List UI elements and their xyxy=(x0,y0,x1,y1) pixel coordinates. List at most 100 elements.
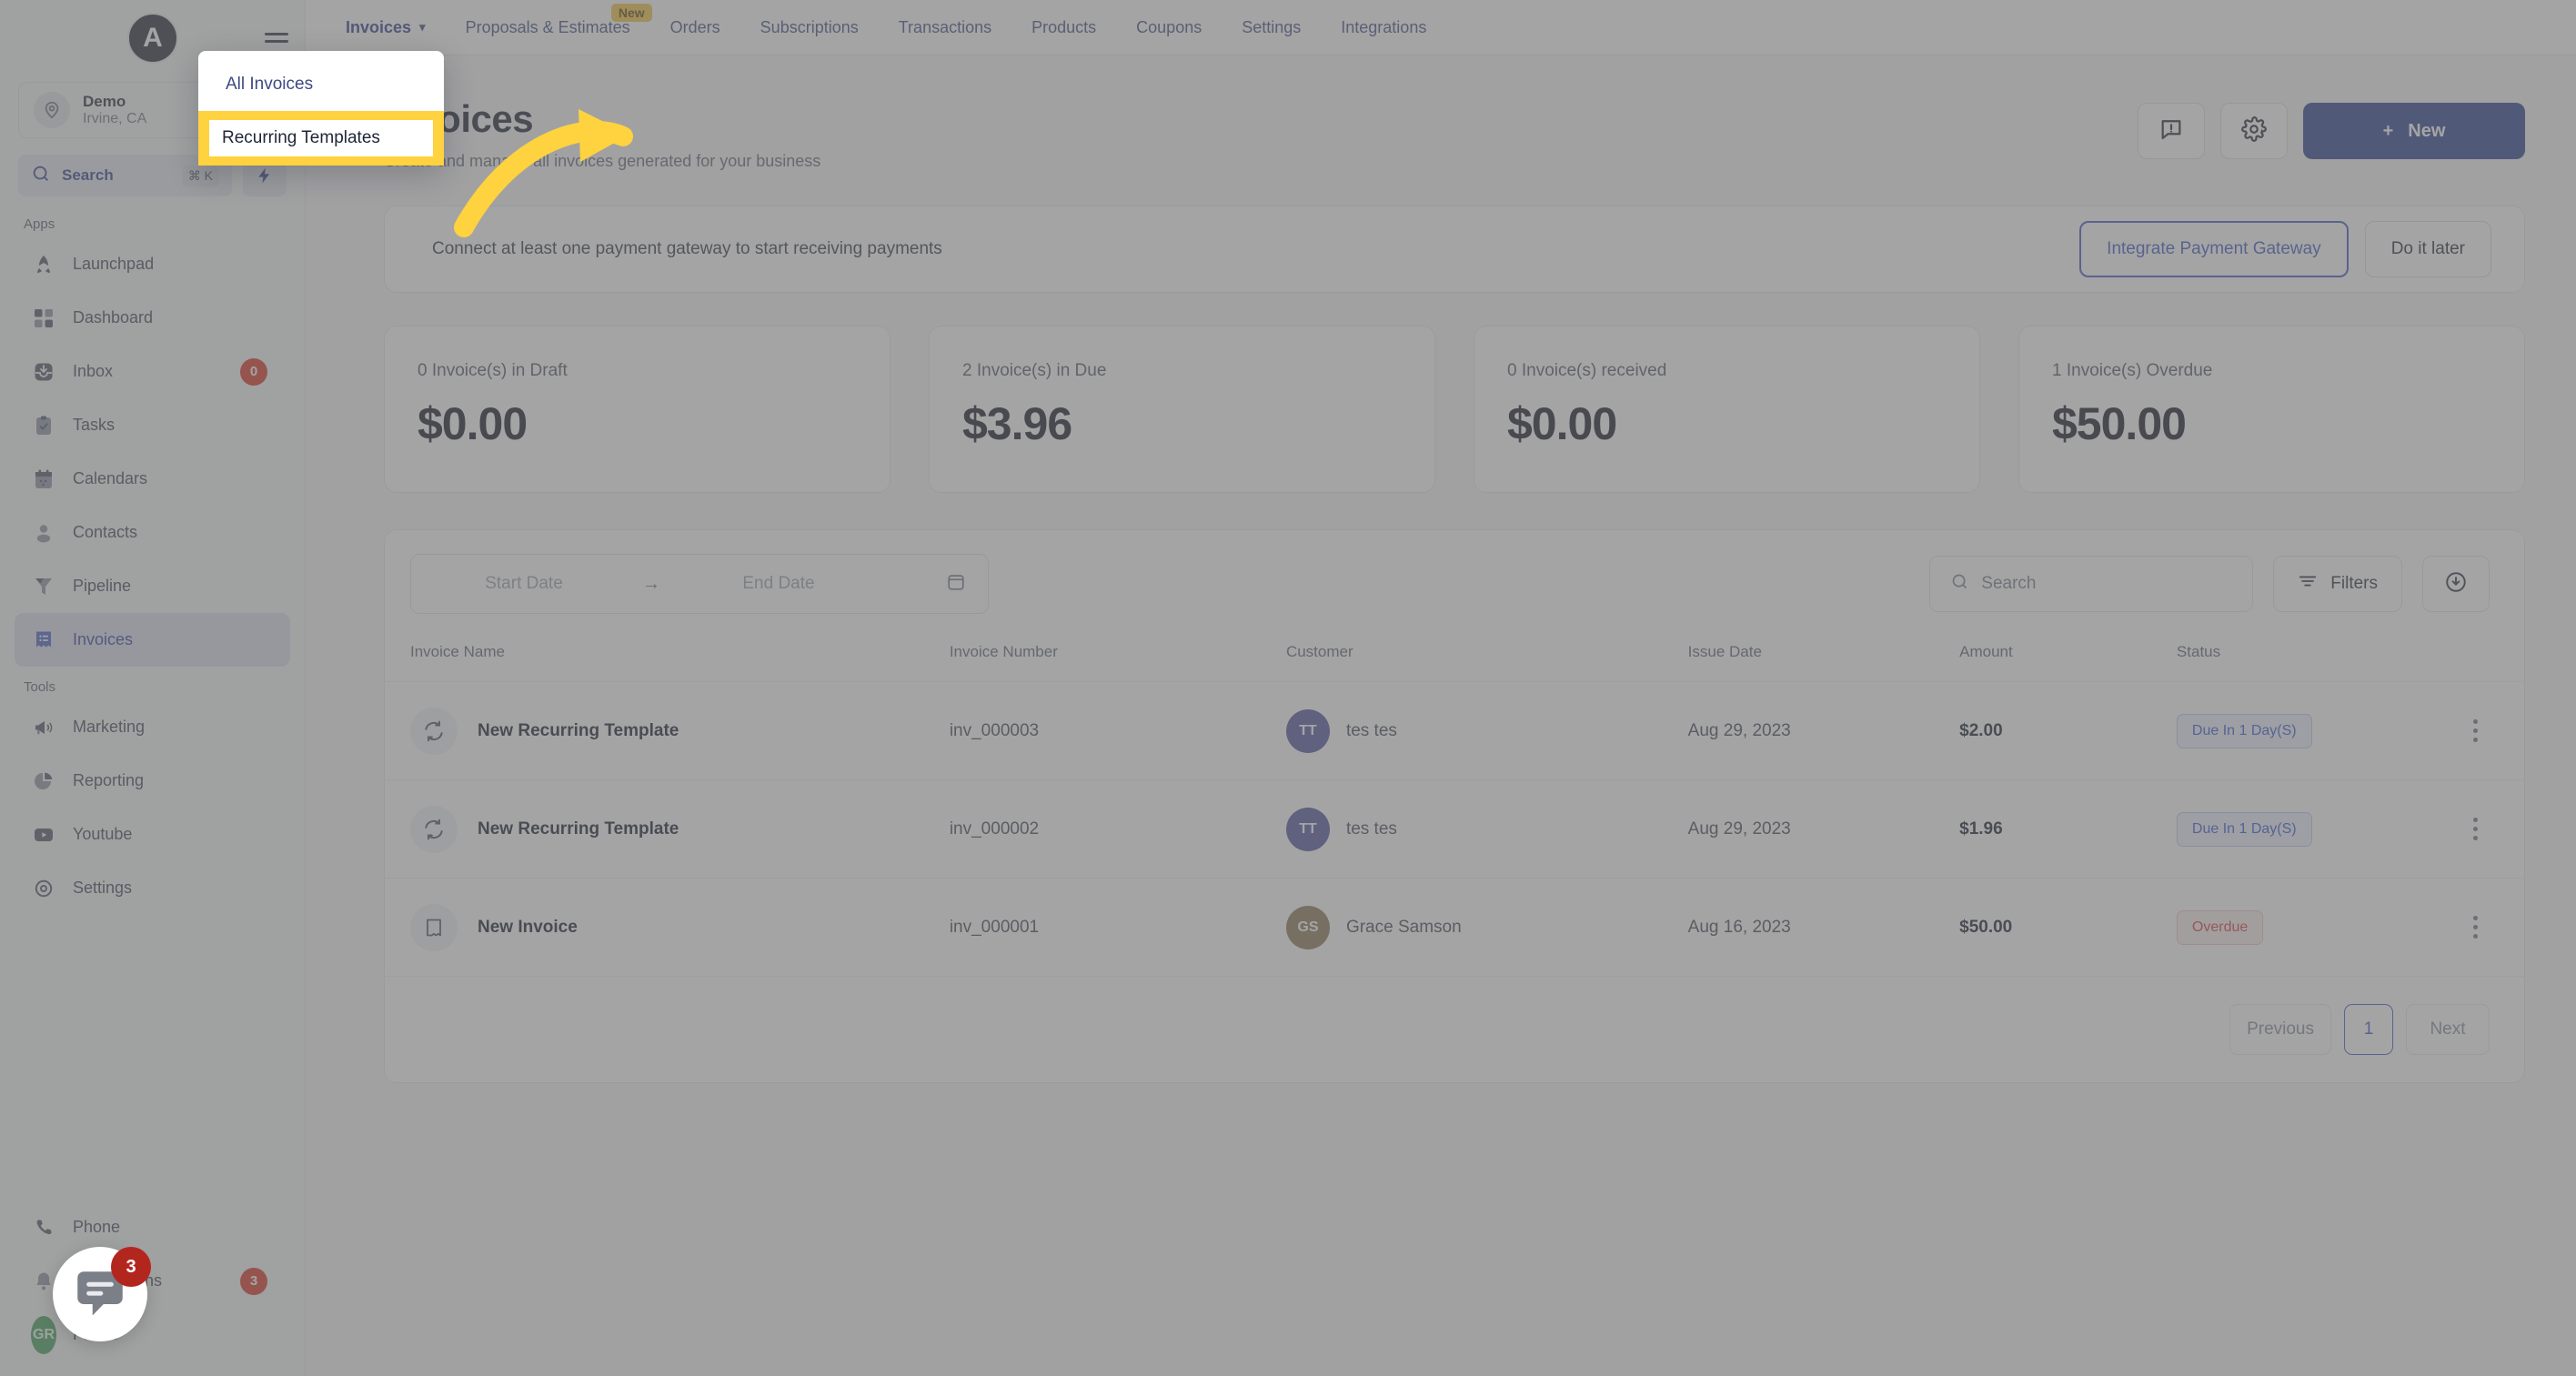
sidebar-item-pipeline[interactable]: Pipeline xyxy=(15,559,290,613)
integrate-payment-gateway-button[interactable]: Integrate Payment Gateway xyxy=(2079,221,2349,277)
invoices-table: Invoice Name Invoice Number Customer Iss… xyxy=(385,630,2524,977)
page-number-1[interactable]: 1 xyxy=(2344,1004,2393,1055)
tab-label: Invoices xyxy=(346,17,412,36)
stat-label: 1 Invoice(s) Overdue xyxy=(2052,361,2213,380)
sidebar-collapse-icon[interactable] xyxy=(265,25,292,49)
invoice-settings-button[interactable] xyxy=(2220,103,2288,159)
sidebar-group-label-tools: Tools xyxy=(24,679,56,695)
table-search-input[interactable]: Search xyxy=(1929,556,2254,612)
sidebar-item-contacts[interactable]: Contacts xyxy=(15,506,290,559)
tab-coupons[interactable]: Coupons xyxy=(1116,0,1222,55)
sidebar-item-calendars[interactable]: Calendars xyxy=(15,452,290,506)
tab-transactions[interactable]: Transactions xyxy=(879,0,1011,55)
funnel-icon xyxy=(31,574,56,599)
stat-card-due: 2 Invoice(s) in Due $3.96 xyxy=(929,326,1435,493)
customer-name: Grace Samson xyxy=(1345,917,1462,937)
banner-actions: Integrate Payment Gateway Do it later xyxy=(2079,221,2491,277)
pagination: Previous 1 Next xyxy=(385,977,2524,1082)
sidebar-item-label: Marketing xyxy=(73,718,146,736)
recurring-icon xyxy=(410,805,458,853)
chevron-down-icon: ▾ xyxy=(419,20,426,34)
new-button-label: New xyxy=(2408,120,2446,141)
next-page-button[interactable]: Next xyxy=(2406,1004,2490,1055)
search-icon xyxy=(1950,572,1969,596)
tab-label: Products xyxy=(1031,17,1097,36)
row-menu-icon[interactable] xyxy=(2427,719,2524,742)
sidebar-item-tasks[interactable]: Tasks xyxy=(15,398,290,452)
feedback-button[interactable] xyxy=(2138,103,2205,159)
filters-label: Filters xyxy=(2330,574,2378,593)
megaphone-icon xyxy=(31,715,56,740)
sidebar-item-settings[interactable]: Settings xyxy=(15,861,290,915)
top-navigation: Invoices ▾ Proposals & Estimates New Ord… xyxy=(306,0,2576,55)
table-row[interactable]: New Invoice inv_000001 GS Grace Samson A… xyxy=(385,878,2524,977)
sidebar-item-invoices[interactable]: Invoices xyxy=(15,613,290,667)
cell-issue-date: Aug 16, 2023 xyxy=(1687,878,1960,977)
date-range-picker[interactable]: Start Date → End Date xyxy=(410,554,989,614)
start-date-placeholder: Start Date xyxy=(485,574,563,593)
tab-settings[interactable]: Settings xyxy=(1222,0,1321,55)
tab-invoices[interactable]: Invoices ▾ xyxy=(326,0,446,55)
calendar-icon xyxy=(31,467,56,492)
filters-button[interactable]: Filters xyxy=(2273,556,2402,612)
sidebar-item-label: Dashboard xyxy=(73,308,154,326)
sidebar-item-label: Settings xyxy=(73,879,133,897)
tab-integrations[interactable]: Integrations xyxy=(1321,0,1446,55)
cell-customer: GS Grace Samson xyxy=(1285,878,1688,977)
sidebar-nav-tools: Marketing Reporting Youtube Settings xyxy=(0,700,305,915)
do-it-later-button[interactable]: Do it later xyxy=(2364,221,2491,277)
chat-unread-badge: 3 xyxy=(111,1247,151,1287)
sidebar-item-reporting[interactable]: Reporting xyxy=(15,754,290,808)
plus-icon: + xyxy=(2382,120,2394,141)
stat-value: $0.00 xyxy=(418,398,528,449)
main-content: Invoices Create and manage all invoices … xyxy=(306,55,2576,1376)
user-icon xyxy=(31,520,56,546)
tab-products[interactable]: Products xyxy=(1011,0,1116,55)
column-customer: Customer xyxy=(1285,630,1688,682)
download-button[interactable] xyxy=(2422,556,2490,612)
workspace-logo[interactable]: A xyxy=(126,13,178,64)
sidebar-item-marketing[interactable]: Marketing xyxy=(15,700,290,754)
tab-subscriptions[interactable]: Subscriptions xyxy=(740,0,879,55)
document-icon xyxy=(410,903,458,951)
table-row[interactable]: New Recurring Template inv_000002 TT tes… xyxy=(385,779,2524,879)
stat-label: 0 Invoice(s) in Draft xyxy=(418,361,568,380)
sidebar-item-profile[interactable]: GR Profile xyxy=(15,1308,290,1361)
tab-label: Integrations xyxy=(1341,17,1427,36)
rocket-icon xyxy=(31,252,56,277)
sidebar-item-phone[interactable]: Phone xyxy=(15,1200,290,1254)
sidebar-item-label: Tasks xyxy=(73,416,116,434)
cell-amount: $1.96 xyxy=(1959,779,2177,879)
recurring-icon xyxy=(410,707,458,755)
annotation-arrow xyxy=(454,109,633,237)
cell-invoice-name: New Recurring Template xyxy=(385,779,950,879)
sidebar-item-label: Phone xyxy=(73,1218,121,1236)
table-body: New Recurring Template inv_000003 TT tes… xyxy=(385,681,2524,977)
sidebar-item-youtube[interactable]: Youtube xyxy=(15,808,290,861)
sidebar-item-dashboard[interactable]: Dashboard xyxy=(15,291,290,345)
gear-icon xyxy=(31,876,56,901)
arrow-right-icon: → xyxy=(642,573,660,594)
sidebar-item-inbox[interactable]: Inbox 0 xyxy=(15,345,290,398)
cell-actions xyxy=(2426,681,2524,780)
stat-value: $50.00 xyxy=(2052,398,2187,449)
sidebar-item-label: Invoices xyxy=(73,630,134,648)
previous-page-button[interactable]: Previous xyxy=(2229,1004,2331,1055)
sidebar-nav-apps: Launchpad Dashboard Inbox 0 Tasks Calend… xyxy=(0,237,305,667)
cell-amount: $50.00 xyxy=(1959,878,2177,977)
new-invoice-button[interactable]: + New xyxy=(2303,103,2525,159)
sidebar-item-launchpad[interactable]: Launchpad xyxy=(15,237,290,291)
stat-card-draft: 0 Invoice(s) in Draft $0.00 xyxy=(384,326,891,493)
tab-proposals-estimates[interactable]: Proposals & Estimates New xyxy=(446,0,652,55)
page-header: Invoices Create and manage all invoices … xyxy=(306,55,2576,171)
column-invoice-number: Invoice Number xyxy=(949,630,1286,682)
chat-widget-button[interactable]: 3 xyxy=(53,1247,151,1341)
column-actions xyxy=(2426,630,2524,682)
tab-label: Settings xyxy=(1242,17,1302,36)
cell-status: Overdue xyxy=(2176,878,2427,977)
tab-orders[interactable]: Orders xyxy=(650,0,740,55)
avatar-icon: GR xyxy=(31,1315,56,1354)
row-menu-icon[interactable] xyxy=(2427,818,2524,840)
table-row[interactable]: New Recurring Template inv_000003 TT tes… xyxy=(385,681,2524,780)
row-menu-icon[interactable] xyxy=(2427,916,2524,939)
